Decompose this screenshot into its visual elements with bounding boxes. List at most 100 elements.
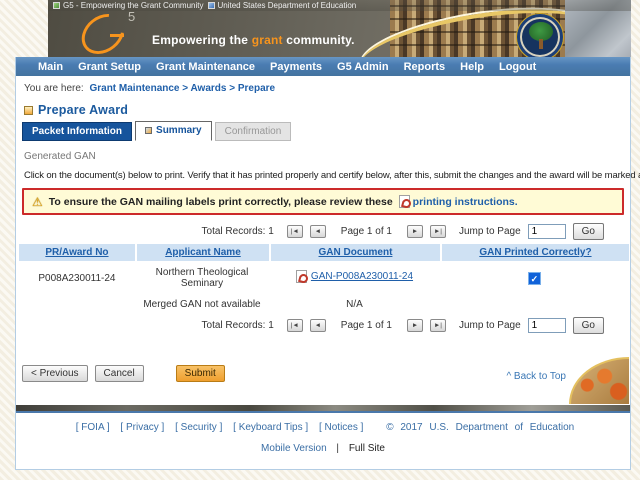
footer-link-foia[interactable]: [ FOIA ] — [76, 422, 110, 433]
previous-page-button[interactable]: ◄ — [309, 319, 326, 332]
header-applicant-name[interactable]: Applicant Name — [165, 247, 241, 258]
gan-printed-checkbox[interactable]: ✓ — [527, 271, 541, 285]
nav-item-main[interactable]: Main — [38, 61, 63, 73]
title-tab-g5-label: G5 - Empowering the Grant Community — [63, 1, 204, 10]
warning-icon: ⚠ — [32, 194, 43, 209]
tab-summary[interactable]: Summary — [135, 121, 212, 141]
gan-table: PR/Award No Applicant Name GAN Document … — [19, 244, 629, 314]
tagline-pre: Empowering the — [152, 33, 252, 47]
first-page-button[interactable]: |◄ — [286, 225, 303, 238]
cell-gan-document: N/A — [346, 299, 363, 310]
submit-button[interactable]: Submit — [175, 365, 225, 382]
warning-box: ⚠ To ensure the GAN mailing labels print… — [22, 188, 624, 215]
total-records-text: Total Records: — [201, 226, 266, 237]
printing-instructions-label: printing instructions. — [412, 195, 518, 208]
tab-summary-label: Summary — [156, 125, 202, 136]
printing-instructions-link[interactable]: printing instructions. — [398, 195, 518, 208]
footer-links: [ FOIA ] [ Privacy ] [ Security ] [ Keyb… — [16, 422, 630, 433]
previous-page-button[interactable]: ◄ — [309, 225, 326, 238]
prepare-award-icon — [24, 105, 33, 115]
go-button[interactable]: Go — [572, 223, 604, 240]
tab-packet-information[interactable]: Packet Information — [22, 122, 133, 141]
g5-page-icon — [53, 2, 60, 9]
table-header-row: PR/Award No Applicant Name GAN Document … — [19, 244, 629, 261]
pdf-icon — [398, 195, 410, 208]
last-page-button[interactable]: ►| — [429, 225, 446, 238]
full-site-label: Full Site — [348, 443, 385, 454]
nav-item-help[interactable]: Help — [460, 61, 484, 73]
footer-link-keyboard-tips[interactable]: [ Keyboard Tips ] — [233, 422, 308, 433]
g5-logo-five: 5 — [128, 9, 136, 24]
nav-item-logout[interactable]: Logout — [499, 61, 536, 73]
page-title: Prepare Award — [38, 103, 129, 117]
table-row: P008A230011-24 Northern Theological Semi… — [19, 261, 629, 293]
copyright: © 2017 U.S. Department of Education — [386, 422, 575, 433]
cell-applicant-name: Merged GAN not available — [143, 299, 261, 310]
version-separator: | — [336, 443, 340, 454]
breadcrumb-path[interactable]: Grant Maintenance > Awards > Prepare — [89, 83, 275, 94]
next-page-button[interactable]: ► — [406, 319, 423, 332]
header-gan-printed[interactable]: GAN Printed Correctly? — [479, 247, 591, 258]
breadcrumb: You are here: Grant Maintenance > Awards… — [16, 76, 630, 98]
window-title-bar: G5 - Empowering the Grant Community Unit… — [48, 0, 631, 11]
cell-applicant-name: Northern Theological Seminary — [155, 267, 249, 289]
total-records-text: Total Records: — [201, 320, 266, 331]
pagination-top: Total Records: 1 |◄ ◄ Page 1 of 1 ► ►| J… — [16, 220, 630, 243]
jump-to-page-input[interactable] — [527, 224, 566, 239]
caret-up-icon: ^ — [506, 371, 512, 382]
warning-text: To ensure the GAN mailing labels print c… — [48, 195, 393, 208]
page-title-row: Prepare Award — [24, 103, 630, 117]
cell-pr-award-no — [19, 293, 135, 314]
total-records-label: Total Records: 1 — [202, 320, 274, 331]
main-nav: Main Grant Setup Grant Maintenance Payme… — [16, 57, 630, 76]
g5-logo-icon — [73, 5, 133, 57]
jump-to-page-input[interactable] — [527, 318, 566, 333]
tab-confirmation: Confirmation — [214, 122, 292, 141]
back-to-top-link[interactable]: ^ Back to Top — [506, 371, 566, 382]
pdf-icon — [295, 270, 307, 283]
go-button[interactable]: Go — [572, 317, 604, 334]
breadcrumb-prefix: You are here: — [24, 83, 84, 94]
nav-item-payments[interactable]: Payments — [270, 61, 322, 73]
cell-pr-award-no: P008A230011-24 — [38, 272, 116, 284]
nav-item-grant-maintenance[interactable]: Grant Maintenance — [156, 61, 255, 73]
jump-to-page-label: Jump to Page — [458, 320, 521, 331]
footer-link-security[interactable]: [ Security ] — [175, 422, 222, 433]
ed-page-icon — [207, 2, 215, 9]
nav-item-grant-setup[interactable]: Grant Setup — [78, 61, 141, 73]
tagline-accent: grant — [251, 33, 283, 47]
total-records-value: 1 — [268, 226, 274, 237]
header-gan-document[interactable]: GAN Document — [319, 247, 393, 258]
mobile-version-link[interactable]: Mobile Version — [261, 443, 327, 454]
department-of-education-seal-icon — [516, 13, 564, 57]
instructions-text: Click on the document(s) below to print.… — [24, 170, 640, 181]
g5-logo-bar — [110, 34, 124, 37]
total-records-label: Total Records: 1 — [202, 226, 274, 237]
previous-button[interactable]: < Previous — [22, 365, 88, 382]
footer-link-privacy[interactable]: [ Privacy ] — [120, 422, 164, 433]
tagline: Empowering the grant community. — [152, 33, 355, 47]
app-header: G5 - Empowering the Grant Community Unit… — [48, 0, 631, 57]
back-to-top-label: Back to Top — [513, 371, 566, 382]
last-page-button[interactable]: ►| — [429, 319, 446, 332]
nav-item-reports[interactable]: Reports — [404, 61, 446, 73]
first-page-button[interactable]: |◄ — [286, 319, 303, 332]
summary-tab-icon — [145, 127, 153, 134]
gan-document-link[interactable]: GAN-P008A230011-24 — [295, 270, 413, 283]
cell-gan-printed: ✓ — [440, 261, 629, 293]
section-label: Generated GAN — [24, 151, 96, 162]
page-body: Main Grant Setup Grant Maintenance Payme… — [15, 57, 640, 470]
page-of-label: Page 1 of 1 — [340, 320, 392, 331]
page-of-label: Page 1 of 1 — [340, 226, 392, 237]
next-page-button[interactable]: ► — [406, 225, 423, 238]
cell-gan-document: GAN-P008A230011-24 — [269, 261, 440, 293]
pagination-bottom: Total Records: 1 |◄ ◄ Page 1 of 1 ► ►| J… — [16, 314, 630, 337]
tagline-post: community. — [282, 33, 355, 47]
footer-link-notices[interactable]: [ Notices ] — [319, 422, 363, 433]
jump-to-page-label: Jump to Page — [458, 226, 521, 237]
nav-item-g5-admin[interactable]: G5 Admin — [337, 61, 389, 73]
cancel-button[interactable]: Cancel — [94, 365, 144, 382]
header-pr-award-no[interactable]: PR/Award No — [45, 247, 108, 258]
site-version-row: Mobile Version | Full Site — [16, 443, 630, 454]
total-records-value: 1 — [268, 320, 274, 331]
